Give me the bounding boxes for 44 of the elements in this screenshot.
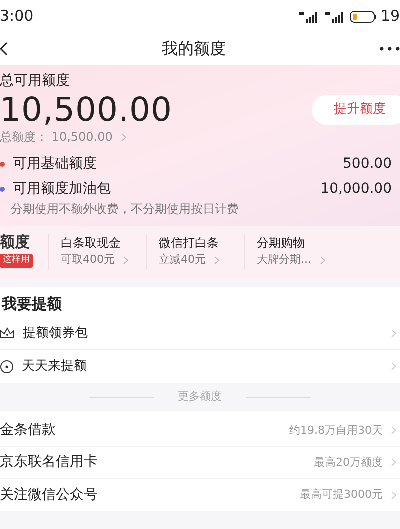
more-icon[interactable]	[380, 47, 400, 51]
usage-item-title[interactable]: 分期购物	[257, 234, 342, 252]
more-item-title[interactable]: 金条借款	[0, 420, 56, 442]
quota-amount: 10,000.00	[320, 180, 392, 200]
total-available-label: 总可用额度	[0, 72, 71, 91]
quota-amount: 500.00	[343, 155, 392, 174]
signal-icon	[324, 10, 346, 22]
back-icon[interactable]	[0, 42, 8, 56]
chevron-icon	[391, 458, 397, 468]
more-item-desc: 约19.8万自用30天	[290, 422, 383, 439]
usage-item-title[interactable]: 微信打白条	[159, 234, 244, 252]
quota-label: 可用额度加油包	[13, 180, 111, 200]
chevron-icon	[120, 132, 127, 142]
more-limits-divider: 更多额度	[178, 389, 222, 406]
usage-badge: 这样用	[0, 254, 33, 268]
raise-limit-button[interactable]: 提升额度	[312, 95, 400, 125]
more-item-desc: 最高20万额度	[314, 454, 383, 471]
target-icon	[0, 360, 14, 374]
crown-icon	[0, 327, 15, 340]
more-item-desc: 最高可提3000元	[300, 487, 383, 504]
signal-icon	[298, 10, 320, 22]
more-item-title[interactable]: 关注微信公众号	[0, 484, 98, 506]
quota-note: 分期使用不额外收费，不分期使用按日计费	[10, 201, 240, 218]
usage-item-title[interactable]: 白条取现金	[61, 234, 146, 252]
raise-item-label[interactable]: 天天来提额	[22, 357, 87, 377]
battery-level: 19	[380, 6, 400, 28]
section-title: 我要提额	[0, 294, 63, 315]
more-item-title[interactable]: 京东联名信用卡	[0, 452, 98, 474]
chevron-icon	[320, 256, 326, 266]
available-amount: 10,500.00	[0, 92, 172, 128]
raise-item-label[interactable]: 提额领券包	[23, 324, 88, 344]
chevron-icon	[391, 328, 397, 338]
chevron-icon	[123, 256, 129, 266]
status-time: 3:00	[0, 6, 34, 28]
quota-label: 可用基础额度	[13, 155, 97, 174]
usage-item-subtitle: 可取400元	[61, 252, 115, 268]
usage-item-subtitle: 大牌分期...	[257, 252, 312, 268]
chevron-icon	[391, 362, 397, 372]
chevron-icon	[214, 256, 220, 266]
chevron-icon	[391, 490, 397, 500]
battery-icon	[350, 10, 377, 22]
page-title: 我的额度	[162, 38, 226, 60]
usage-item-subtitle: 立减40元	[159, 252, 206, 268]
chevron-icon	[391, 426, 397, 436]
